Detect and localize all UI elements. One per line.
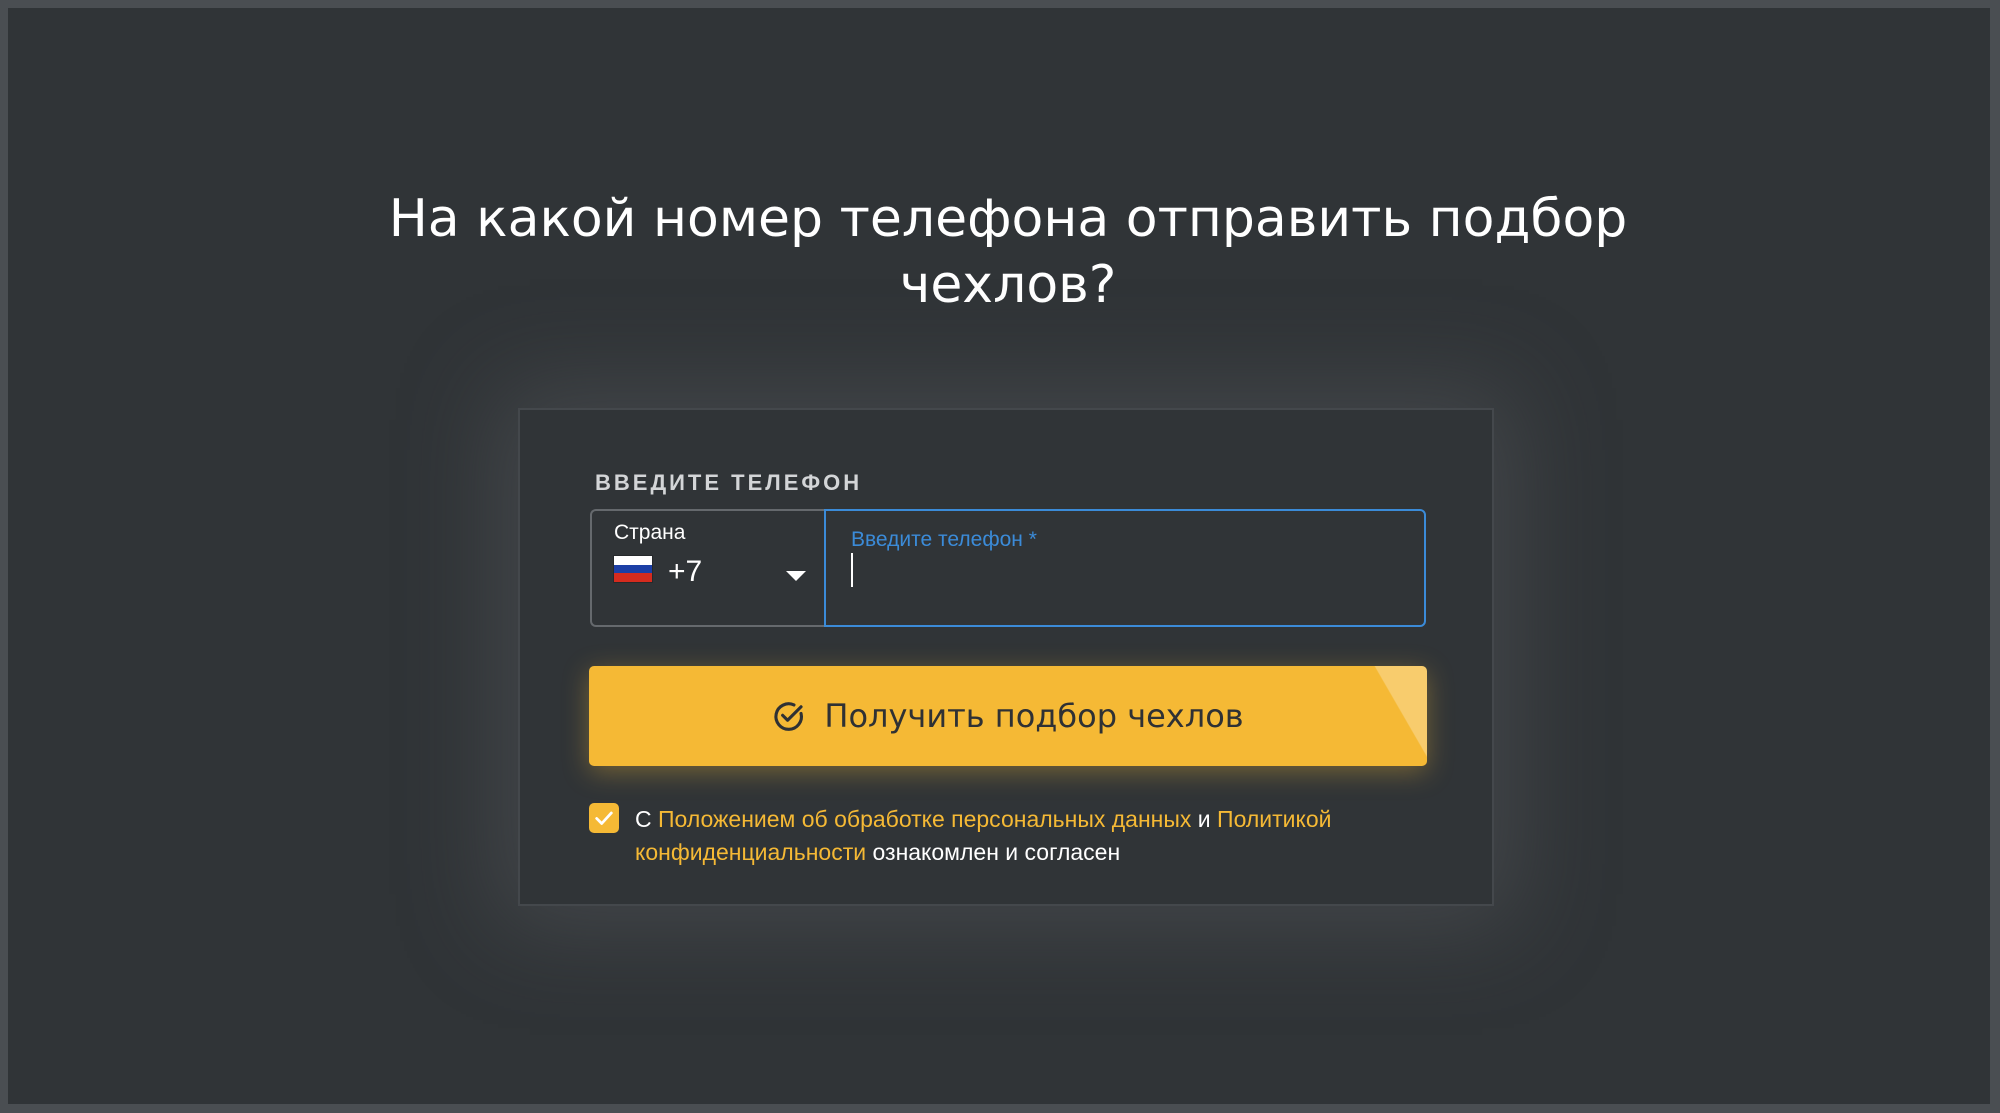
submit-label: Получить подбор чехлов: [824, 697, 1244, 735]
check-icon: [595, 811, 613, 825]
consent-row: С Положением об обработке персональных д…: [589, 803, 1389, 873]
phone-input-row: Страна +7 Введите телефон *: [590, 509, 1426, 627]
consent-checkbox[interactable]: [589, 803, 619, 833]
page-title: На какой номер телефона отправить подбор…: [388, 189, 1628, 315]
consent-prefix: С: [635, 806, 658, 832]
consent-suffix: ознакомлен и согласен: [866, 839, 1121, 865]
chevron-down-icon: [786, 571, 806, 581]
phone-input[interactable]: Введите телефон *: [824, 509, 1426, 627]
country-code: +7: [668, 555, 703, 588]
phone-form-card: ВВЕДИТЕ ТЕЛЕФОН Страна +7 Введите телефо…: [518, 408, 1494, 906]
consent-text: С Положением об обработке персональных д…: [635, 803, 1395, 869]
personal-data-policy-link[interactable]: Положением об обработке персональных дан…: [658, 806, 1191, 832]
country-caption: Страна: [614, 521, 686, 544]
get-selection-button[interactable]: Получить подбор чехлов: [589, 666, 1427, 766]
screen: На какой номер телефона отправить подбор…: [8, 8, 1990, 1104]
phone-placeholder: Введите телефон *: [851, 528, 1037, 551]
consent-middle: и: [1191, 806, 1218, 832]
text-cursor: [851, 553, 853, 587]
button-shine: [1367, 666, 1427, 766]
form-label: ВВЕДИТЕ ТЕЛЕФОН: [595, 470, 863, 495]
check-circle-icon: [774, 702, 804, 731]
russia-flag-icon: [614, 556, 652, 582]
country-selector[interactable]: Страна +7: [590, 509, 824, 627]
